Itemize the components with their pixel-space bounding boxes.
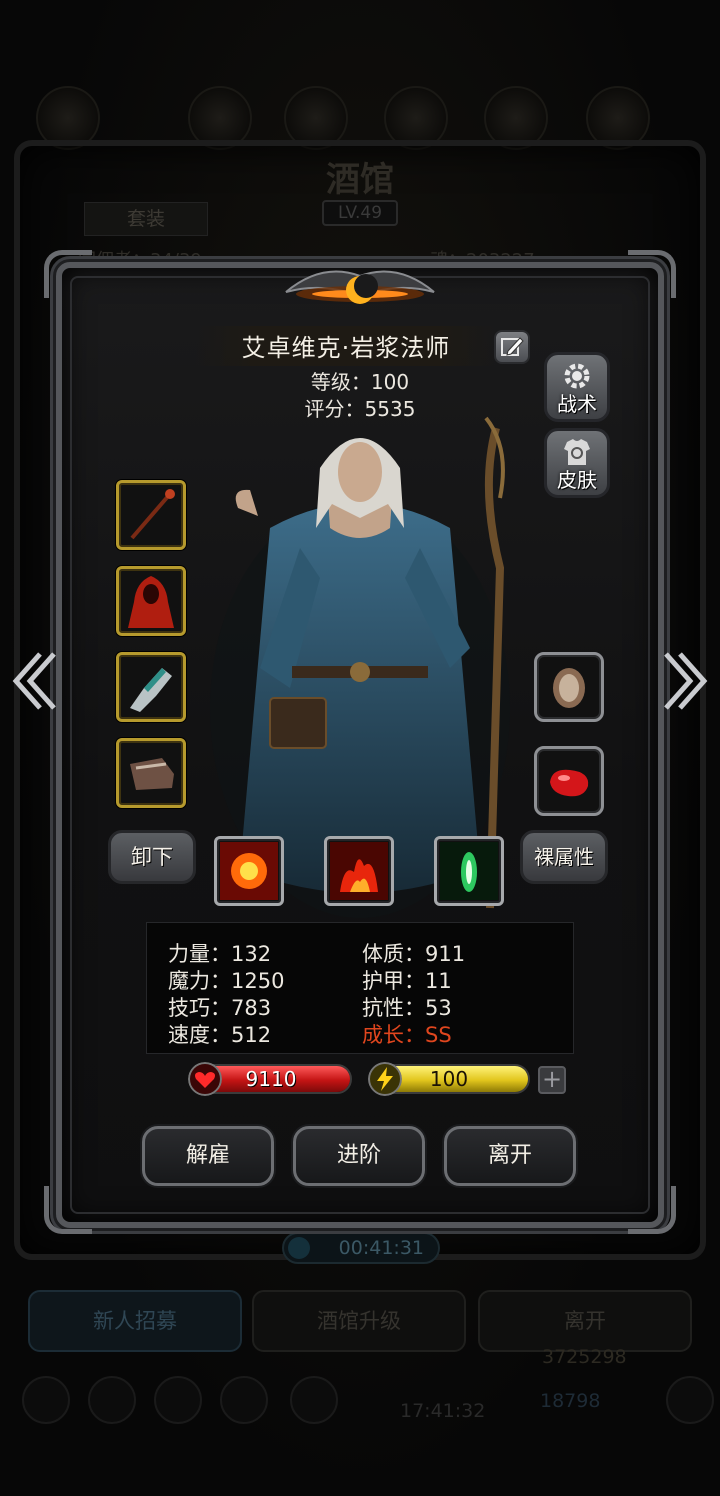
gauntlet-icon [130,668,172,712]
stat-value: ：53 [404,996,452,1020]
pencil-icon [501,337,524,356]
bg-icon [220,1376,268,1424]
shield-charm-icon [553,668,585,708]
fire-burst-icon [220,842,278,900]
boots-slot[interactable] [116,738,186,808]
stat-label: 抗性 [362,996,404,1020]
bg-recruit-button: 新人招募 [28,1290,242,1352]
moon-crest-icon [285,270,435,304]
bg-icon [666,1376,714,1424]
stat-value: ：783 [210,996,272,1020]
stat-value: ：512 [210,1023,272,1047]
stat-strength: 力量：132 [168,938,271,968]
hero-level: 等级：100 [310,370,410,394]
staff-icon [130,489,175,540]
naked-attributes-button[interactable]: 裸属性 [520,830,608,884]
stat-label: 技巧 [168,996,210,1020]
bg-icon [88,1376,136,1424]
stat-skill: 技巧：783 [168,992,271,1022]
red-gem-icon [550,769,589,797]
stat-label: 护甲 [362,969,404,993]
background-timer: 00:41:31 [282,1232,440,1264]
advance-button[interactable]: 进阶 [293,1126,425,1186]
stat-value: ：132 [210,942,272,966]
bg-upgrade-button: 酒馆升级 [252,1290,466,1352]
flame-icon [330,842,388,900]
chevron-right-icon [664,652,708,710]
skill-slot-1[interactable] [214,836,284,906]
frame-corner [628,1186,676,1234]
background-title: 酒馆 [326,160,394,200]
stat-label: 体质 [362,942,404,966]
weapon-slot[interactable] [116,480,186,550]
background-bottom-icons [0,1376,720,1436]
background-clock: 17:41:32 [400,1400,486,1422]
background-level: LV.49 [322,200,398,226]
stat-speed: 速度：512 [168,1019,271,1049]
stat-armor: 护甲：11 [362,965,452,995]
stat-value: ：11 [404,969,452,993]
tactics-label: 战术 [557,392,597,416]
accessory-slot[interactable] [534,652,604,722]
next-hero-arrow[interactable] [660,648,710,714]
background-gem: 18798 [540,1390,601,1412]
frame-corner [628,250,676,298]
stat-constitution: 体质：911 [362,938,465,968]
background-tab: 套装 [84,202,208,236]
boot-icon [130,758,174,790]
tactics-button[interactable]: 战术 [544,352,610,422]
bg-leave-button: 离开 [478,1290,692,1352]
gloves-slot[interactable] [116,652,186,722]
skill-slot-3[interactable] [434,836,504,906]
previous-hero-arrow[interactable] [10,648,60,714]
stat-resistance: 抗性：53 [362,992,452,1022]
lightning-icon [368,1062,402,1096]
bg-icon [290,1376,338,1424]
stat-label: 魔力 [168,969,210,993]
frame-corner [44,1186,92,1234]
skill-slot-2[interactable] [324,836,394,906]
dismiss-button[interactable]: 解雇 [142,1126,274,1186]
unequip-button[interactable]: 卸下 [108,830,196,884]
heart-icon [188,1062,222,1096]
edit-name-button[interactable] [494,330,530,364]
bg-icon [154,1376,202,1424]
add-energy-button[interactable]: + [538,1066,566,1094]
frame-corner [44,250,92,298]
bg-icon [22,1376,70,1424]
timer-icon [288,1237,310,1259]
stat-label: 成长 [362,1023,404,1047]
hero-name: 艾卓维克·岩浆法师 [241,334,451,362]
stat-value: ：911 [404,942,466,966]
stat-magic: 魔力：1250 [168,965,284,995]
background-gold: 3725298 [542,1346,627,1368]
stat-label: 力量 [168,942,210,966]
stat-label: 速度 [168,1023,210,1047]
green-crystal-icon [440,842,498,900]
gem-slot[interactable] [534,746,604,816]
stat-value: ：1250 [210,969,285,993]
background-top-icons [0,86,720,150]
skin-label: 皮肤 [557,468,597,492]
skin-button[interactable]: 皮肤 [544,428,610,498]
armor-slot[interactable] [116,566,186,636]
stat-value: ：SS [404,1023,452,1047]
chevron-left-icon [12,652,56,710]
stat-growth: 成长：SS [362,1019,452,1049]
robe-icon [128,576,174,628]
timer-text: 00:41:31 [338,1237,424,1259]
leave-button[interactable]: 离开 [444,1126,576,1186]
